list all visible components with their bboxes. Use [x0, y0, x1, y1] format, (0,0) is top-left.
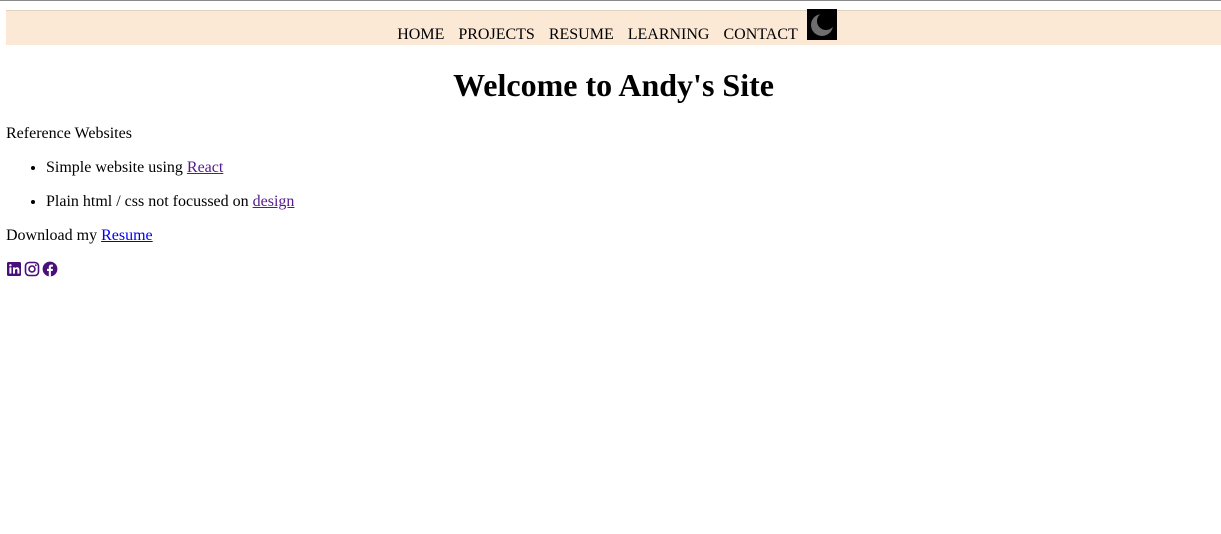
- nav-home[interactable]: HOME: [397, 25, 444, 45]
- react-link[interactable]: React: [187, 159, 223, 176]
- list-item: Simple website using React: [46, 159, 1221, 177]
- design-link[interactable]: design: [253, 193, 295, 210]
- navbar: HOME PROJECTS RESUME LEARNING CONTACT: [6, 9, 1221, 45]
- social-links: [6, 261, 1221, 277]
- top-border: [0, 0, 1221, 1]
- download-line: Download my Resume: [6, 227, 1221, 245]
- page-title: Welcome to Andy's Site: [453, 67, 774, 103]
- resume-download-link[interactable]: Resume: [101, 227, 153, 244]
- page: HOME PROJECTS RESUME LEARNING CONTACT We…: [6, 9, 1221, 277]
- theme-toggle-button[interactable]: [806, 9, 837, 40]
- reference-heading: Reference Websites: [6, 125, 132, 142]
- instagram-icon[interactable]: [24, 261, 40, 277]
- reference-text: Simple website using: [46, 159, 187, 176]
- moon-icon: [810, 11, 835, 36]
- linkedin-icon[interactable]: [6, 261, 22, 277]
- nav-learning[interactable]: LEARNING: [628, 25, 710, 45]
- reference-text: Plain html / css not focussed on: [46, 193, 253, 210]
- nav-resume[interactable]: RESUME: [549, 25, 614, 45]
- nav-links: HOME PROJECTS RESUME LEARNING CONTACT: [6, 9, 1221, 45]
- reference-list: Simple website using React Plain html / …: [6, 159, 1221, 211]
- nav-projects[interactable]: PROJECTS: [458, 25, 534, 45]
- nav-contact[interactable]: CONTACT: [723, 25, 797, 45]
- download-text: Download my: [6, 227, 102, 244]
- list-item: Plain html / css not focussed on design: [46, 193, 1221, 211]
- facebook-icon[interactable]: [42, 261, 58, 277]
